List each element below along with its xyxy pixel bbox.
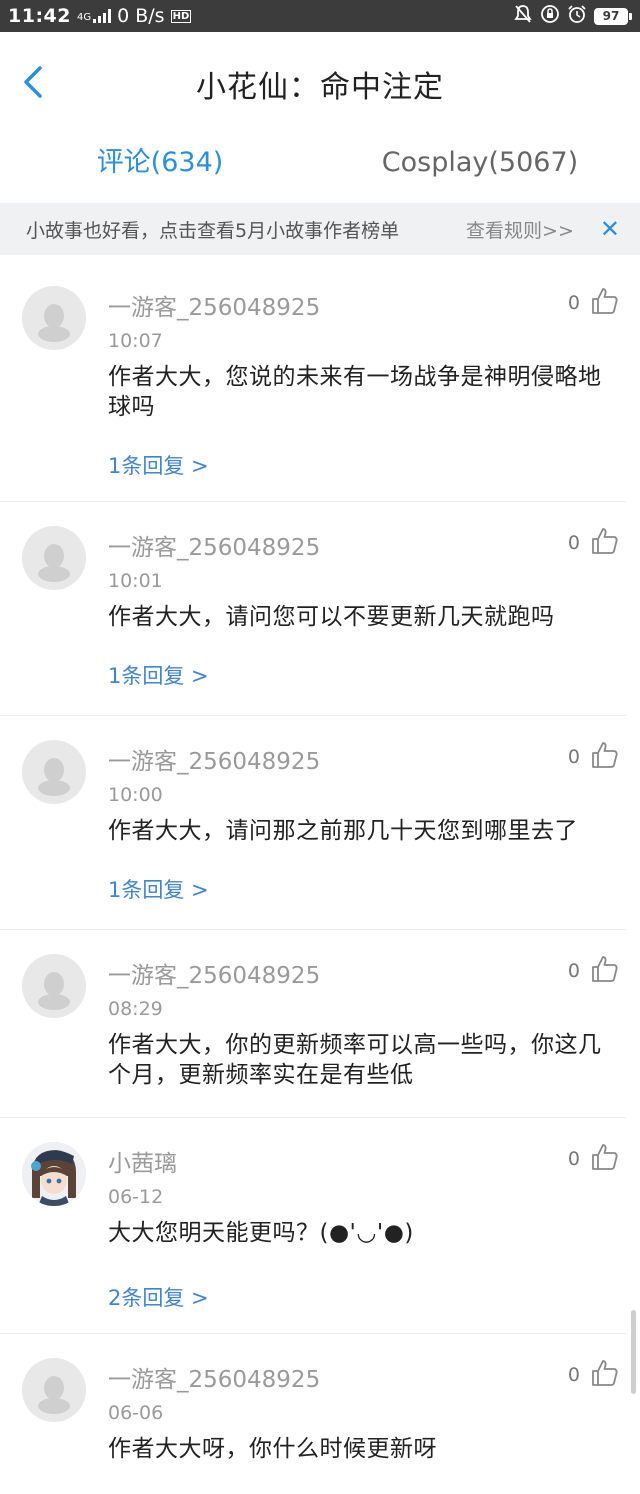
comment-username[interactable]: 一游客_256048925 bbox=[108, 1360, 320, 1394]
thumbs-up-icon[interactable] bbox=[590, 526, 620, 556]
like-count: 0 bbox=[567, 532, 580, 554]
battery-icon: 97 bbox=[594, 7, 628, 25]
reply-count-link[interactable]: 2条回复 > bbox=[108, 1282, 209, 1312]
tab-bar: 评论(634) Cosplay(5067) bbox=[0, 132, 640, 198]
default-avatar-icon[interactable] bbox=[22, 286, 86, 350]
comment-item: 一游客_256048925 10:00 作者大大，请问那之前那几十天您到哪里去了… bbox=[0, 716, 626, 930]
comment-list: 一游客_256048925 10:07 作者大大，您说的未来有一场战争是神明侵略… bbox=[0, 262, 640, 1494]
default-avatar-icon[interactable] bbox=[22, 526, 86, 590]
comment-time: 10:07 bbox=[108, 330, 163, 352]
tab-comments[interactable]: 评论(634) bbox=[0, 132, 320, 198]
comment-text: 大大您明天能更吗？(●'◡'●) bbox=[108, 1220, 414, 1246]
comment-text: 作者大大，请问那之前那几十天您到哪里去了 bbox=[108, 818, 578, 844]
comment-time: 06-12 bbox=[108, 1186, 164, 1208]
view-rules-link[interactable]: 查看规则>> bbox=[466, 216, 574, 243]
anime-girl-avatar[interactable] bbox=[22, 1142, 86, 1206]
like-count: 0 bbox=[567, 292, 580, 314]
comment-username[interactable]: 一游客_256048925 bbox=[108, 528, 320, 562]
like-count: 0 bbox=[567, 746, 580, 768]
comment-time: 10:01 bbox=[108, 570, 163, 592]
reply-count-link[interactable]: 1条回复 > bbox=[108, 874, 209, 904]
comment-time: 10:00 bbox=[108, 784, 163, 806]
signal-icon: 4G bbox=[76, 9, 112, 23]
comment-username[interactable]: 一游客_256048925 bbox=[108, 956, 320, 990]
mute-bell-icon bbox=[513, 4, 533, 29]
comment-item: 一游客_256048925 06-06 作者大大呀，你什么时候更新呀 0 bbox=[0, 1334, 626, 1494]
notice-text[interactable]: 小故事也好看，点击查看5月小故事作者榜单 bbox=[26, 216, 399, 243]
reply-count-link[interactable]: 1条回复 > bbox=[108, 450, 209, 480]
header: 小花仙：命中注定 bbox=[0, 32, 640, 132]
status-bar: 11:42 4G 0 B/s HD 97 bbox=[0, 0, 640, 32]
like-count: 0 bbox=[567, 960, 580, 982]
thumbs-up-icon[interactable] bbox=[590, 1142, 620, 1172]
network-type: 4G bbox=[76, 12, 92, 23]
comment-item: 小茜璃 06-12 大大您明天能更吗？(●'◡'●) 2条回复 > 0 bbox=[0, 1118, 626, 1334]
default-avatar-icon[interactable] bbox=[22, 1358, 86, 1422]
default-avatar-icon[interactable] bbox=[22, 740, 86, 804]
like-count: 0 bbox=[567, 1148, 580, 1170]
lock-rotation-icon bbox=[540, 4, 560, 29]
hd-badge: HD bbox=[170, 9, 192, 23]
notice-banner[interactable]: 小故事也好看，点击查看5月小故事作者榜单 查看规则>> ✕ bbox=[0, 203, 640, 255]
comment-item: 一游客_256048925 08:29 作者大大，你的更新频率可以高一些吗，你这… bbox=[0, 930, 626, 1118]
like-count: 0 bbox=[567, 1364, 580, 1386]
thumbs-up-icon[interactable] bbox=[590, 286, 620, 316]
thumbs-up-icon[interactable] bbox=[590, 740, 620, 770]
comment-username[interactable]: 一游客_256048925 bbox=[108, 742, 320, 776]
comment-username[interactable]: 小茜璃 bbox=[108, 1144, 177, 1178]
close-icon[interactable]: ✕ bbox=[600, 215, 620, 243]
thumbs-up-icon[interactable] bbox=[590, 1358, 620, 1388]
network-speed: 0 B/s bbox=[117, 5, 165, 27]
battery-tip bbox=[629, 12, 632, 20]
comment-text: 作者大大，您说的未来有一场战争是神明侵略地球吗 bbox=[108, 364, 602, 420]
tab-cosplay[interactable]: Cosplay(5067) bbox=[320, 132, 640, 198]
comment-text: 作者大大，你的更新频率可以高一些吗，你这几个月，更新频率实在是有些低 bbox=[108, 1032, 602, 1088]
comment-item: 一游客_256048925 10:01 作者大大，请问您可以不要更新几天就跑吗 … bbox=[0, 502, 626, 716]
status-time: 11:42 bbox=[8, 5, 71, 27]
comment-username[interactable]: 一游客_256048925 bbox=[108, 288, 320, 322]
reply-count-link[interactable]: 1条回复 > bbox=[108, 660, 209, 690]
default-avatar-icon[interactable] bbox=[22, 954, 86, 1018]
comment-time: 06-06 bbox=[108, 1402, 164, 1424]
page-title: 小花仙：命中注定 bbox=[196, 70, 444, 105]
comment-item: 一游客_256048925 10:07 作者大大，您说的未来有一场战争是神明侵略… bbox=[0, 262, 626, 502]
comment-text: 作者大大，请问您可以不要更新几天就跑吗 bbox=[108, 604, 555, 630]
comment-text: 作者大大呀，你什么时候更新呀 bbox=[108, 1436, 437, 1462]
comment-time: 08:29 bbox=[108, 998, 163, 1020]
thumbs-up-icon[interactable] bbox=[590, 954, 620, 984]
alarm-icon bbox=[567, 4, 587, 29]
scrollbar[interactable] bbox=[631, 1310, 636, 1394]
